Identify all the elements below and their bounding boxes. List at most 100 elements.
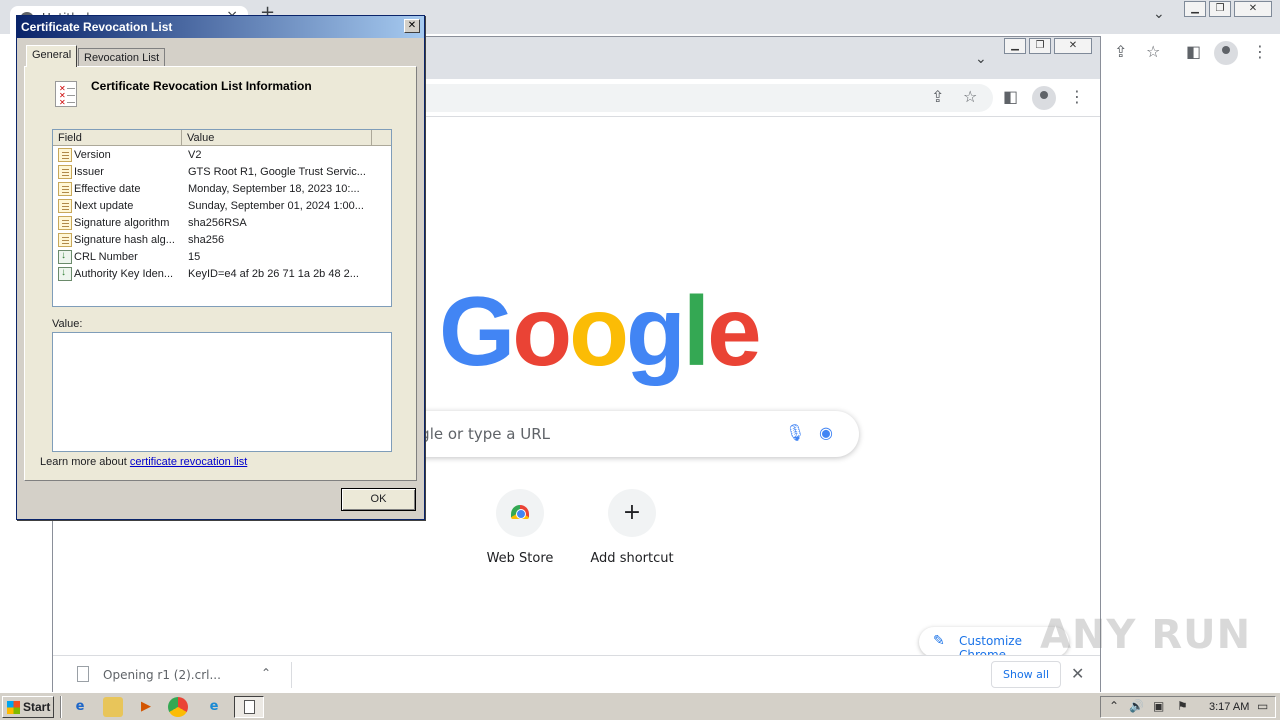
list-item[interactable]: Authority Key Iden... KeyID=e4 af 2b 26 7… [53,266,391,283]
pencil-icon: ✎ [933,633,945,649]
field-name: Next update [74,200,134,212]
field-value: 15 [188,251,201,263]
document-icon [58,233,72,247]
chevron-down-icon[interactable]: ⌄ [975,51,987,67]
show-all-button[interactable]: Show all [991,661,1061,688]
learn-more-prefix: Learn more about [40,456,130,468]
list-item[interactable]: Next update Sunday, September 01, 2024 1:… [53,198,391,215]
logo-letter: l [682,276,710,386]
document-icon [58,148,72,162]
column-header-field[interactable]: Field [53,130,182,146]
field-value: KeyID=e4 af 2b 26 71 1a 2b 48 2... [188,268,359,280]
microphone-icon[interactable]: 🎙 [785,423,805,442]
google-search-box[interactable]: ogle or type a URL 🎙 ◉ [383,411,859,457]
column-header-value[interactable]: Value [182,130,372,146]
tab-general[interactable]: General [26,45,78,67]
field-value: sha256RSA [188,217,247,229]
network-icon[interactable]: ▣ [1153,699,1164,713]
plus-icon: + [608,489,656,537]
list-item[interactable]: Signature hash alg... sha256 [53,232,391,249]
menu-kebab-icon[interactable]: ⋮ [1069,87,1085,106]
close-window-button[interactable]: ✕ [1054,38,1092,54]
shortcut-add[interactable]: + Add shortcut [577,489,687,566]
shortcut-web-store[interactable]: Web Store [465,489,575,566]
bookmark-star-icon[interactable]: ☆ [963,87,977,106]
share-icon[interactable]: ⇪ [931,87,944,106]
list-item[interactable]: Version V2 [53,147,391,164]
profile-avatar-icon[interactable] [1214,41,1238,65]
restore-button[interactable]: ❐ [1209,1,1231,17]
close-icon[interactable]: ✕ [1071,664,1084,683]
camera-lens-icon[interactable]: ◉ [819,423,833,442]
field-name: Signature algorithm [74,217,170,229]
web-store-icon [496,489,544,537]
info-heading: Certificate Revocation List Information [91,79,312,93]
close-icon[interactable]: ✕ [404,19,420,33]
list-header: Field Value [53,130,391,146]
field-value: V2 [188,149,202,161]
start-button[interactable]: Start [2,696,54,718]
dialog-title: Certificate Revocation List [21,20,173,34]
field-name: Issuer [74,166,104,178]
value-textbox[interactable] [52,332,392,452]
divider [60,696,62,718]
logo-letter: e [707,276,761,386]
list-item[interactable]: Issuer GTS Root R1, Google Trust Servic..… [53,164,391,181]
restore-button[interactable]: ❐ [1029,38,1051,54]
document-icon [244,700,255,714]
volume-icon[interactable]: 🔊 [1129,699,1144,713]
internet-explorer-icon[interactable]: e [70,697,90,717]
field-name: Signature hash alg... [74,234,175,246]
show-desktop-icon[interactable]: ▭ [1257,699,1268,713]
bookmark-star-icon[interactable]: ☆ [1146,42,1160,61]
menu-kebab-icon[interactable]: ⋮ [1252,42,1268,61]
profile-avatar-icon[interactable] [1032,86,1056,110]
flag-icon[interactable]: ⚑ [1177,699,1188,713]
chrome-icon[interactable] [168,697,188,717]
download-item-name[interactable]: Opening r1 (2).crl... [103,668,221,682]
chevron-down-icon[interactable]: ⌄ [1153,6,1165,22]
downloads-bar: Opening r1 (2).crl... ⌃ Show all ✕ [53,655,1100,692]
watermark-logo: ANY RUN [1040,612,1252,658]
clock[interactable]: 3:17 AM [1209,701,1249,713]
logo-letter: g [625,276,686,386]
folder-icon[interactable] [103,697,123,717]
chevron-up-icon[interactable]: ⌃ [261,666,271,680]
dialog-titlebar[interactable]: Certificate Revocation List ✕ [17,16,424,38]
file-icon [77,666,89,682]
close-window-button[interactable]: ✕ [1234,1,1272,17]
value-label: Value: [52,318,83,330]
edge-icon[interactable]: e [204,697,224,717]
up-arrow-icon[interactable]: ⌃ [1109,699,1119,713]
side-panel-icon[interactable]: ◧ [1003,87,1018,106]
media-player-icon[interactable]: ▶ [136,697,156,717]
field-value: GTS Root R1, Google Trust Servic... [188,166,366,178]
document-icon [58,216,72,230]
outer-browser-toolbar: ⇪ ☆ ◧ ⋮ [1100,34,1280,72]
search-placeholder: ogle or type a URL [411,425,550,443]
field-value: Sunday, September 01, 2024 1:00... [188,200,364,212]
shortcut-label: Add shortcut [590,551,674,566]
learn-more-text: Learn more about certificate revocation … [40,456,247,468]
crl-dialog: Certificate Revocation List ✕ General Re… [16,15,425,520]
list-item[interactable]: Effective date Monday, September 18, 2023… [53,181,391,198]
minimize-button[interactable]: ▁ [1184,1,1206,17]
field-list[interactable]: Field Value Version V2 Issuer GTS Root R1,… [52,129,392,307]
taskbar-button-document[interactable] [234,696,264,718]
list-item[interactable]: Signature algorithm sha256RSA [53,215,391,232]
list-item[interactable]: CRL Number 15 [53,249,391,266]
side-panel-icon[interactable]: ◧ [1186,42,1201,61]
general-tab-panel: ✕ ✕ ✕ Certificate Revocation List Inform… [24,66,417,481]
divider [291,662,292,688]
ok-button[interactable]: OK [341,488,416,511]
extension-icon [58,267,72,281]
tab-revocation-list[interactable]: Revocation List [78,48,166,68]
field-name: Version [74,149,111,161]
document-icon [58,165,72,179]
minimize-button[interactable]: ▁ [1004,38,1026,54]
start-label: Start [23,700,51,714]
share-icon[interactable]: ⇪ [1114,42,1127,61]
document-icon [58,199,72,213]
learn-more-link[interactable]: certificate revocation list [130,456,247,468]
windows-logo-icon [7,701,20,714]
